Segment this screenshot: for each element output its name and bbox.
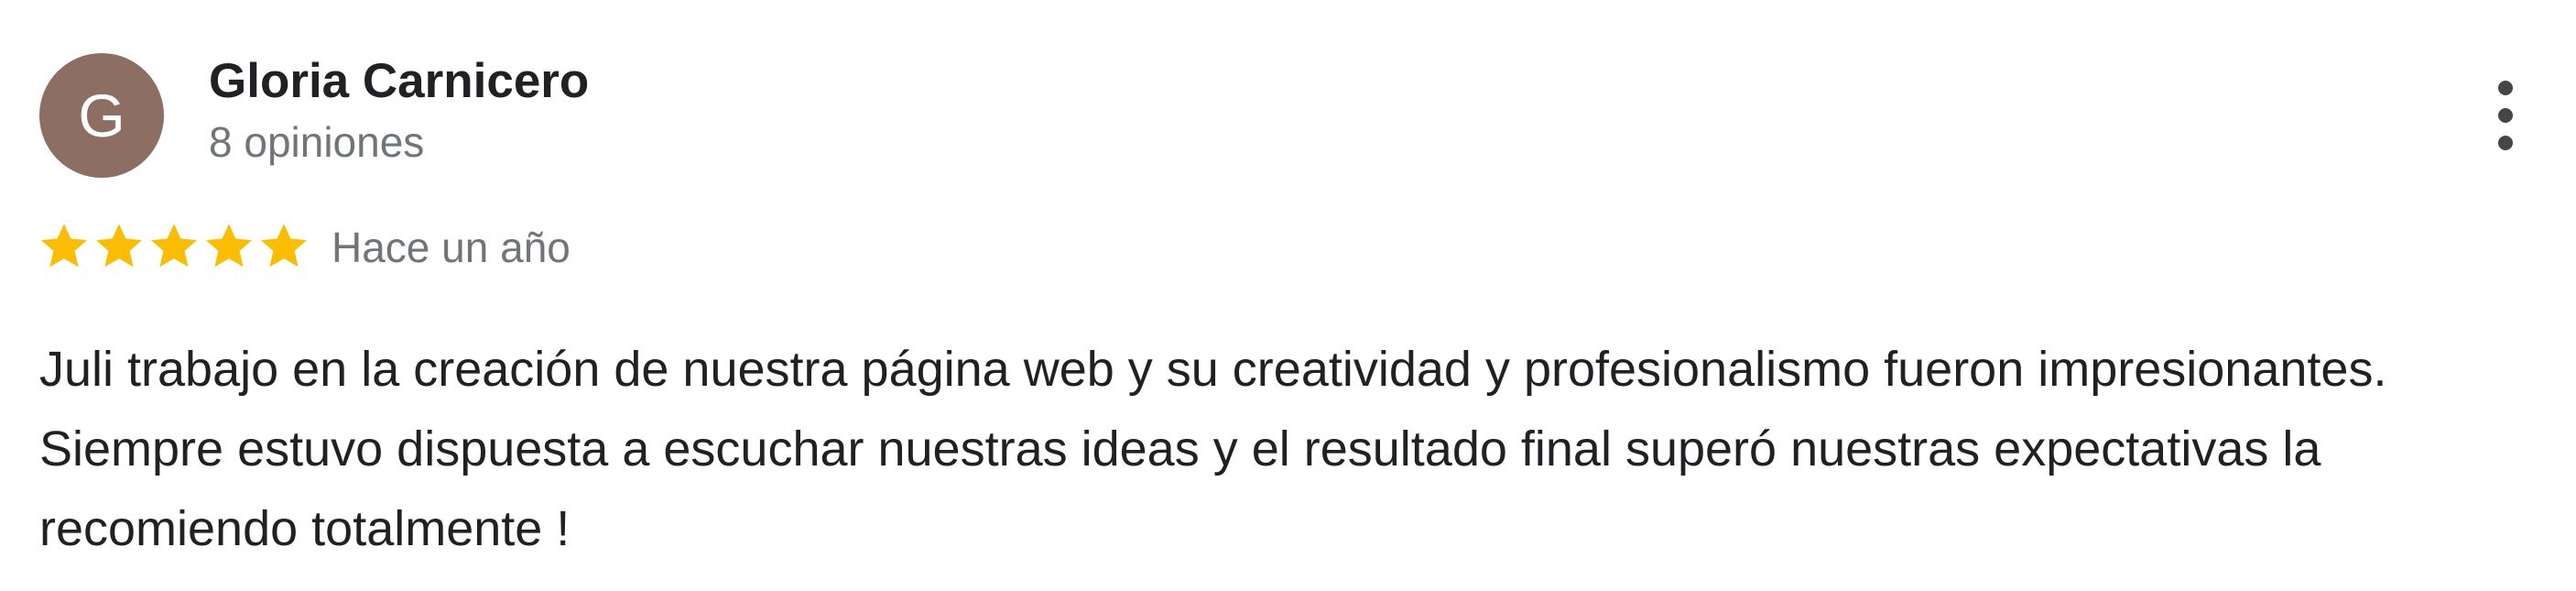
star-icon (206, 224, 252, 268)
star-icon (41, 224, 87, 268)
reviewer-review-count: 8 opiniones (209, 118, 425, 166)
avatar[interactable]: G (39, 53, 164, 178)
more-options-button[interactable] (2478, 70, 2533, 161)
review-card: G Gloria Carnicero 8 opiniones Hace un a… (0, 0, 2576, 591)
more-vert-icon-dot (2498, 108, 2513, 123)
star-icon (96, 224, 142, 268)
star-rating (37, 216, 311, 275)
more-vert-icon-dot (2498, 136, 2513, 150)
review-date: Hace un año (332, 224, 571, 271)
star-icon (261, 224, 307, 268)
review-text: Juli trabajo en la creación de nuestra p… (39, 342, 2387, 556)
more-vert-icon (2498, 81, 2513, 95)
star-icon (151, 224, 197, 268)
reviewer-name[interactable]: Gloria Carnicero (209, 53, 589, 109)
